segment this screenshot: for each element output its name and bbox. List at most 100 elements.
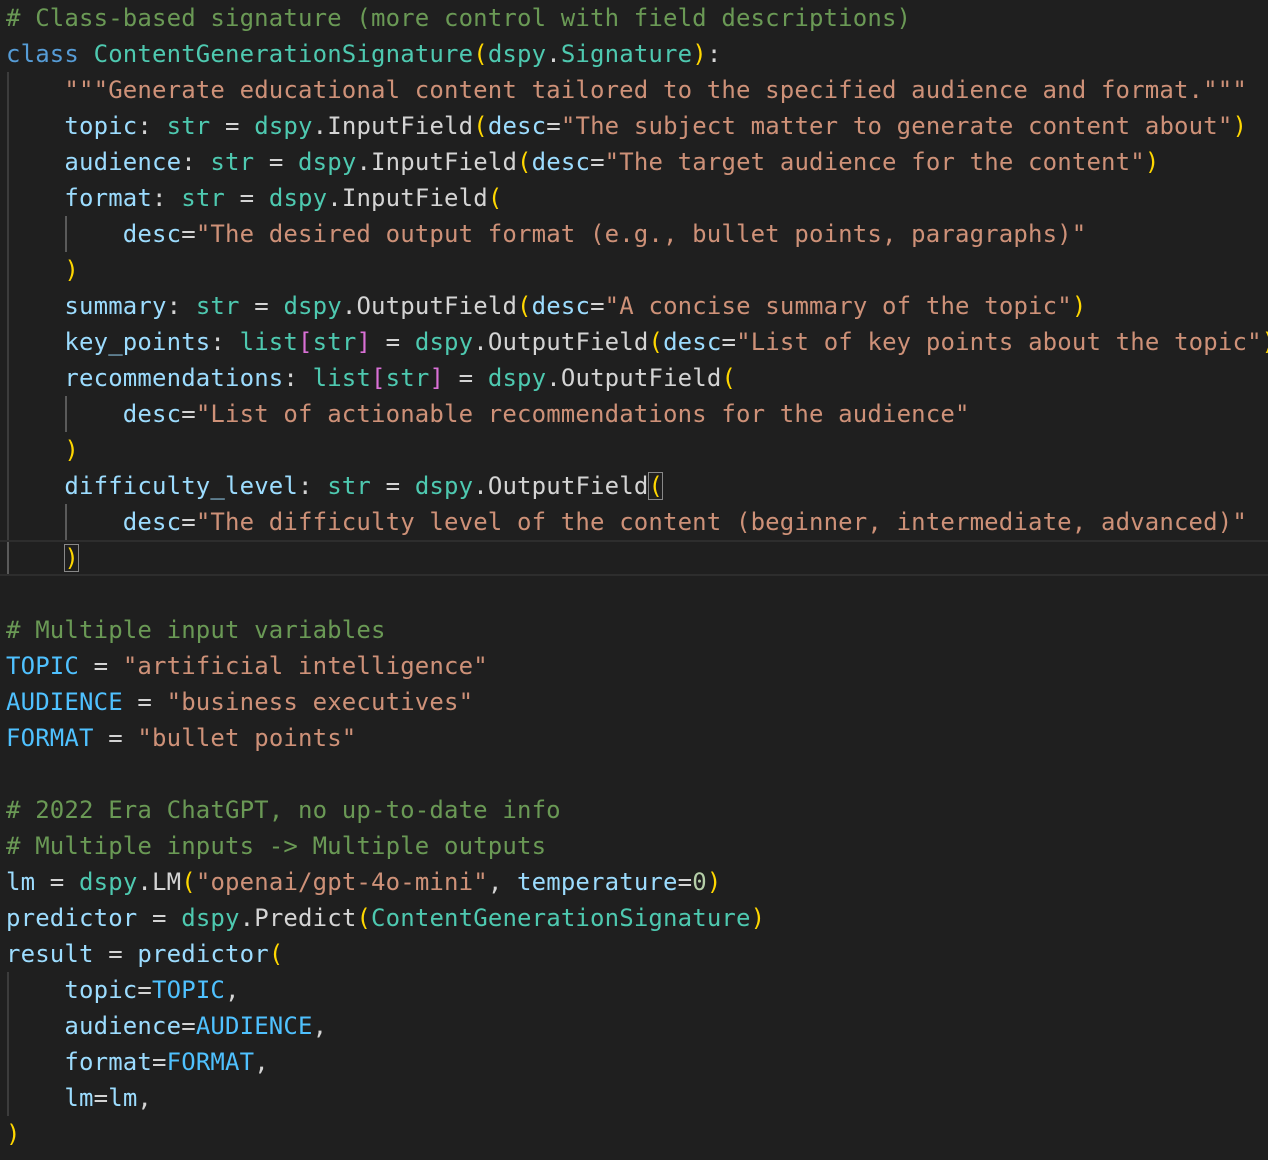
code-token: = [181,508,196,536]
code-line[interactable]: format: str = dspy.InputField( [0,180,1268,216]
code-token: "business executives" [166,688,474,716]
code-line[interactable]: desc="List of actionable recommendations… [0,396,1268,432]
code-token: ( [268,940,284,968]
code-token: : [137,112,167,140]
code-token: ) [1071,292,1087,320]
code-line[interactable]: # Multiple inputs -> Multiple outputs [0,828,1268,864]
code-line[interactable]: desc="The desired output format (e.g., b… [0,216,1268,252]
code-token: . [137,868,153,896]
code-token: . [312,112,328,140]
code-token: : [181,148,211,176]
code-line[interactable]: # Class-based signature (more control wi… [0,0,1268,36]
code-line[interactable]: TOPIC = "artificial intelligence" [0,648,1268,684]
code-token: = [93,724,138,752]
code-line[interactable]: format=FORMAT, [0,1044,1268,1080]
code-area[interactable]: # Class-based signature (more control wi… [0,0,1268,1152]
code-line[interactable]: difficulty_level: str = dspy.OutputField… [0,468,1268,504]
bracket-match-highlight: ) [64,544,80,572]
code-token: ( [473,40,488,68]
code-editor[interactable]: # Class-based signature (more control wi… [0,0,1268,1160]
code-line[interactable]: result = predictor( [0,936,1268,972]
code-line[interactable] [0,576,1268,612]
code-line[interactable]: """Generate educational content tailored… [0,72,1268,108]
code-token: : [706,40,722,68]
code-line[interactable]: ) [0,1116,1268,1152]
code-line[interactable]: FORMAT = "bullet points" [0,720,1268,756]
code-token: = [137,976,153,1004]
indent-guide [7,1080,9,1116]
code-line[interactable]: key_points: list[str] = dspy.OutputField… [0,324,1268,360]
code-line[interactable]: # 2022 Era ChatGPT, no up-to-date info [0,792,1268,828]
code-token: predictor [6,904,138,932]
code-line[interactable] [0,756,1268,792]
code-token: = [181,1012,196,1040]
code-token: = [93,940,138,968]
code-token: lm [6,868,36,896]
code-line[interactable]: ) [0,252,1268,288]
code-line[interactable]: recommendations: list[str] = dspy.Output… [0,360,1268,396]
code-token: # 2022 Era ChatGPT, no up-to-date info [6,796,561,824]
code-line[interactable]: lm=lm, [0,1080,1268,1116]
code-token: InputField [327,112,474,140]
code-token: = [254,148,299,176]
code-token: str [312,328,357,356]
code-token: = [225,184,269,212]
code-token: ) [1144,148,1160,176]
code-line[interactable]: AUDIENCE = "business executives" [0,684,1268,720]
code-token: = [239,292,284,320]
code-token: desc [531,292,591,320]
code-token: str [327,472,372,500]
code-line[interactable]: ) [0,432,1268,468]
indent-guide [7,72,9,108]
code-token: audience [64,1012,182,1040]
code-token: recommendations [64,364,284,392]
indent-guide [7,108,9,144]
code-line[interactable]: summary: str = dspy.OutputField(desc="A … [0,288,1268,324]
code-token: predictor [137,940,269,968]
code-token: ] [356,328,372,356]
indent-guide [7,468,9,504]
code-token: AUDIENCE [195,1012,313,1040]
code-token: = [35,868,80,896]
code-line[interactable]: class ContentGenerationSignature(dspy.Si… [0,36,1268,72]
code-token: dspy [487,364,547,392]
code-token: list [312,364,372,392]
indent-guide [7,1008,9,1044]
code-line[interactable]: predictor = dspy.Predict(ContentGenerati… [0,900,1268,936]
code-token: = [181,220,196,248]
code-token: [ [371,364,386,392]
code-token: format [64,184,153,212]
code-token: . [239,904,255,932]
code-token: "The difficulty level of the content (be… [195,508,1247,536]
code-token: ) [750,904,766,932]
code-token: = [152,1048,167,1076]
code-line[interactable]: # Multiple input variables [0,612,1268,648]
code-token: list [239,328,299,356]
code-token: . [473,328,488,356]
code-token: # Multiple input variables [6,616,386,644]
code-token: = [371,328,415,356]
current-code-line[interactable]: ) [0,540,1268,576]
code-line[interactable]: desc="The difficulty level of the conten… [0,504,1268,540]
code-line[interactable]: topic: str = dspy.InputField(desc="The s… [0,108,1268,144]
code-line[interactable]: audience: str = dspy.InputField(desc="Th… [0,144,1268,180]
code-token: ( [648,328,664,356]
indent-guide [7,542,9,574]
code-line[interactable]: audience=AUDIENCE, [0,1008,1268,1044]
code-token: dspy [414,472,474,500]
code-line[interactable]: lm = dspy.LM("openai/gpt-4o-mini", tempe… [0,864,1268,900]
code-token: desc [122,508,182,536]
code-token: InputField [341,184,488,212]
code-token: OutputField [487,472,649,500]
code-line[interactable]: topic=TOPIC, [0,972,1268,1008]
code-token: , [137,1084,153,1112]
code-token: str [181,184,226,212]
indent-guide [65,396,67,432]
code-token: ( [721,364,737,392]
